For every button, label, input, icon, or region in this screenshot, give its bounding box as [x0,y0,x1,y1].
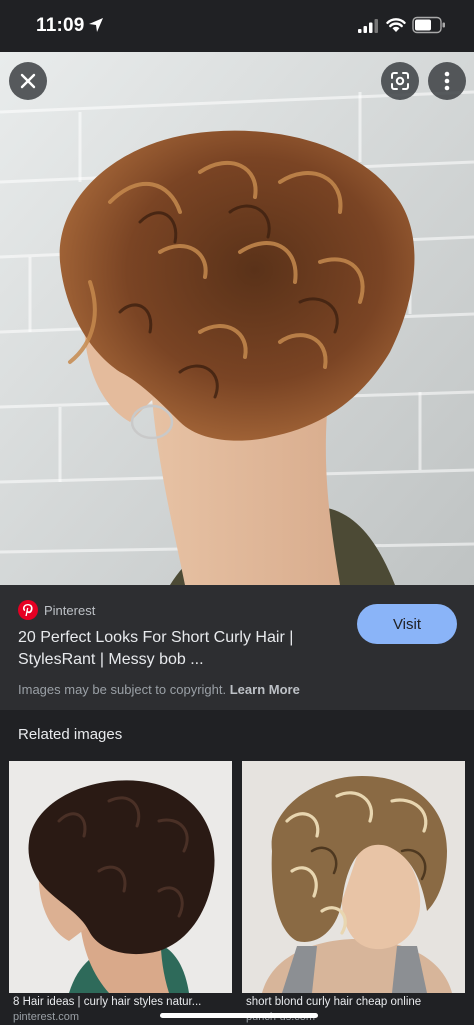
home-indicator[interactable] [160,1013,318,1018]
related-caption-2[interactable]: short blond curly hair cheap online [246,996,466,1008]
status-time: 11:09 [36,15,85,36]
related-photo-2 [242,761,465,993]
copyright-notice: Images may be subject to copyright. Lear… [18,682,300,697]
status-bar: 11:09 [0,0,474,52]
related-image-1[interactable] [9,761,232,993]
hairstyle-photo [0,52,474,585]
more-vert-icon [444,71,450,91]
related-images-heading: Related images [18,726,123,743]
result-title-line2: StylesRant | Messy bob ... [18,651,204,668]
related-image-2[interactable] [242,761,465,993]
result-title-line1: 20 Perfect Looks For Short Curly Hair | [18,629,294,646]
source-name: Pinterest [44,602,96,618]
related-caption-1[interactable]: 8 Hair ideas | curly hair styles natur..… [13,996,228,1008]
pinterest-logo-icon [18,600,38,620]
cellular-signal-icon [358,19,378,33]
related-source-1: pinterest.com [13,1011,80,1023]
wifi-icon [386,18,406,32]
location-arrow-icon [89,18,103,32]
result-title[interactable]: 20 Perfect Looks For Short Curly Hair | … [18,627,338,671]
related-photo-1 [9,761,232,993]
main-image[interactable] [0,52,474,585]
visit-button[interactable]: Visit [357,604,457,644]
lens-search-button[interactable] [381,62,419,100]
copyright-text: Images may be subject to copyright. [18,682,227,697]
learn-more-link[interactable]: Learn More [230,682,300,697]
battery-icon [412,16,445,34]
lens-icon [391,72,409,90]
more-options-button[interactable] [428,62,466,100]
close-button[interactable] [9,62,47,100]
source-row[interactable]: Pinterest [18,600,95,620]
close-icon [20,73,36,89]
